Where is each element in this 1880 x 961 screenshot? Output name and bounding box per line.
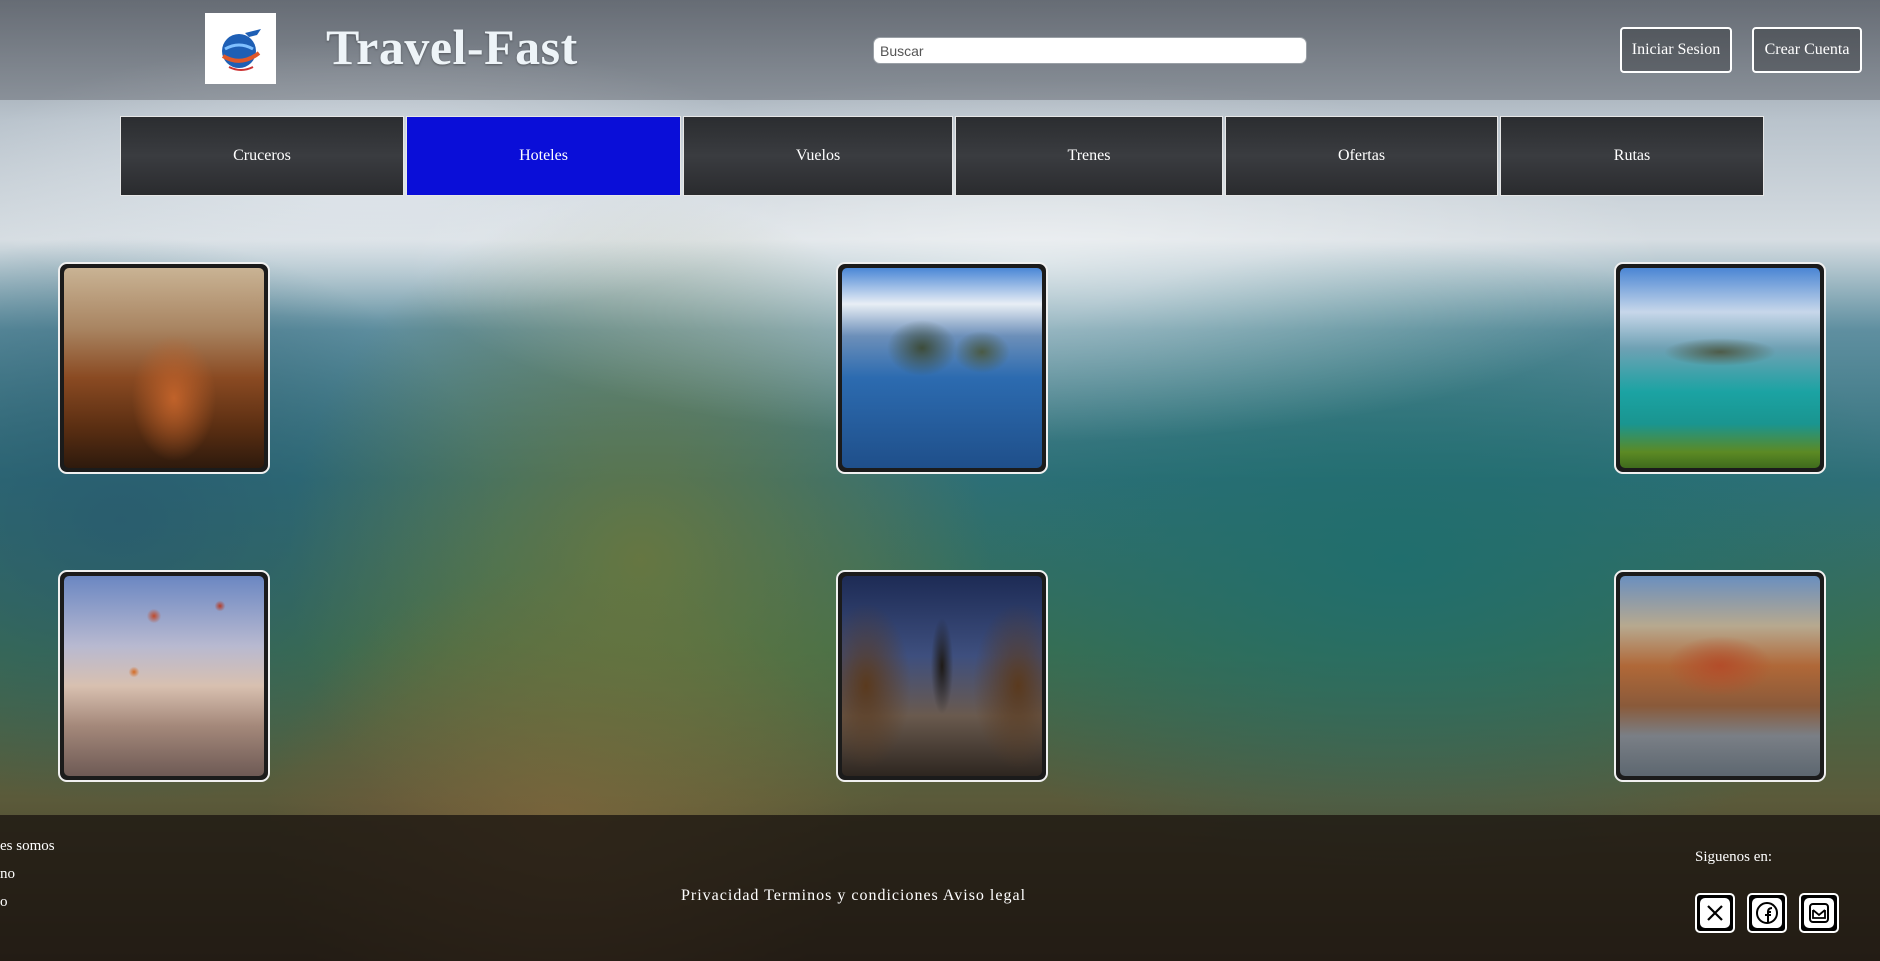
halong-bay-image — [1620, 268, 1820, 468]
photo-cappadocia[interactable] — [58, 570, 270, 782]
x-link[interactable] — [1695, 893, 1735, 933]
logo[interactable] — [205, 13, 276, 84]
header: Travel-Fast Iniciar Sesion Crear Cuenta — [0, 0, 1880, 100]
lofoten-image — [842, 268, 1042, 468]
alhambra-image — [64, 268, 264, 468]
search-input[interactable] — [873, 37, 1307, 64]
terms-link[interactable]: Terminos y condiciones — [764, 887, 939, 904]
mail-icon — [1804, 898, 1834, 928]
nav-item-rutas[interactable]: Rutas — [1500, 116, 1764, 196]
login-button[interactable]: Iniciar Sesion — [1620, 27, 1732, 73]
footer-link-about[interactable]: es somos — [0, 838, 55, 855]
nav-item-ofertas[interactable]: Ofertas — [1225, 116, 1498, 196]
cappadocia-image — [64, 576, 264, 776]
varanasi-image — [1620, 576, 1820, 776]
legal-links: Privacidad Terminos y condiciones Aviso … — [681, 887, 1026, 905]
nav-item-hoteles[interactable]: Hoteles — [406, 116, 681, 196]
kyoto-image — [842, 576, 1042, 776]
nav-item-cruceros[interactable]: Cruceros — [120, 116, 404, 196]
photo-lofoten[interactable] — [836, 262, 1048, 474]
follow-label: Siguenos en: — [1695, 849, 1773, 865]
footer: es somos no o Privacidad Terminos y cond… — [0, 815, 1880, 961]
x-icon — [1700, 898, 1730, 928]
nav-item-vuelos[interactable]: Vuelos — [683, 116, 953, 196]
register-button[interactable]: Crear Cuenta — [1752, 27, 1862, 73]
photo-kyoto[interactable] — [836, 570, 1048, 782]
nav-item-trenes[interactable]: Trenes — [955, 116, 1223, 196]
mail-link[interactable] — [1799, 893, 1839, 933]
legal-notice-link[interactable]: Aviso legal — [943, 887, 1026, 904]
site-title: Travel-Fast — [326, 19, 578, 75]
privacy-link[interactable]: Privacidad — [681, 887, 759, 904]
photo-halong-bay[interactable] — [1614, 262, 1826, 474]
footer-link-3[interactable]: o — [0, 894, 8, 911]
photo-alhambra[interactable] — [58, 262, 270, 474]
footer-link-2[interactable]: no — [0, 866, 15, 883]
photo-varanasi[interactable] — [1614, 570, 1826, 782]
facebook-icon — [1752, 898, 1782, 928]
globe-plane-icon — [221, 28, 261, 71]
facebook-link[interactable] — [1747, 893, 1787, 933]
